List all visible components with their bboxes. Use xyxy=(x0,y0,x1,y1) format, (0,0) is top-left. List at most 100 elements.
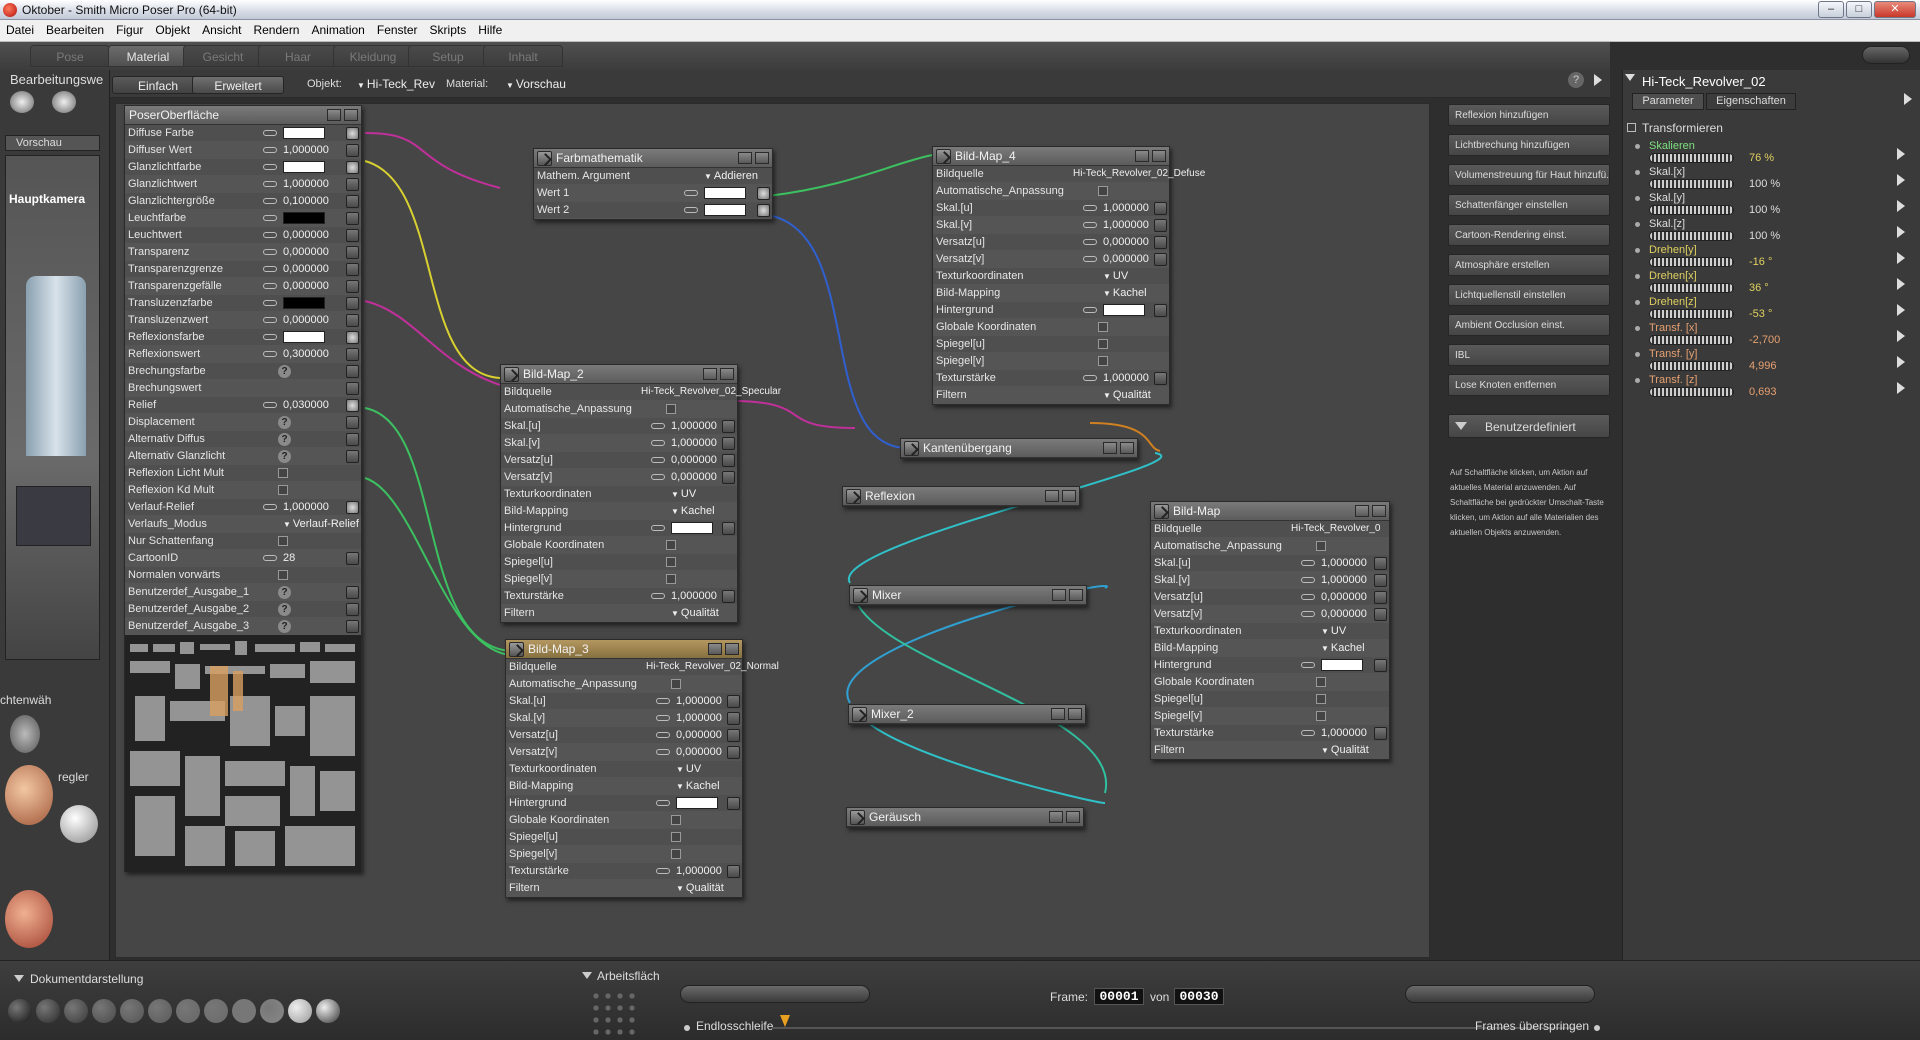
node-options-button[interactable] xyxy=(1068,708,1082,720)
display-style-ball-icon[interactable] xyxy=(232,999,256,1023)
node-collapse-icon[interactable] xyxy=(509,642,524,657)
node-header[interactable]: Reflexion xyxy=(843,487,1079,506)
row-value[interactable]: 0,030000 xyxy=(283,399,329,411)
menu-rendern[interactable]: Rendern xyxy=(247,20,305,37)
param-dial[interactable] xyxy=(1649,283,1734,293)
row-value[interactable]: 0,100000 xyxy=(283,195,329,207)
color-swatch[interactable] xyxy=(283,212,325,224)
loop-radio[interactable] xyxy=(684,1025,690,1031)
chain-icon[interactable] xyxy=(1083,222,1097,228)
node-collapse-icon[interactable] xyxy=(846,489,861,504)
display-style-ball-icon[interactable] xyxy=(204,999,228,1023)
chain-icon[interactable] xyxy=(684,207,698,213)
param-dial[interactable] xyxy=(1649,179,1734,189)
node-collapse-button[interactable] xyxy=(708,643,722,655)
param-arrow-icon[interactable] xyxy=(1897,304,1905,316)
row-dropdown[interactable]: UV xyxy=(671,488,696,500)
input-plug-icon[interactable] xyxy=(346,212,359,225)
row-value[interactable]: 1,000000 xyxy=(1321,557,1367,569)
row-dropdown[interactable]: Kachel xyxy=(1321,642,1365,654)
light-sphere-icon[interactable] xyxy=(60,805,98,843)
input-plug-icon[interactable] xyxy=(346,348,359,361)
node-collapse-button[interactable] xyxy=(1052,589,1066,601)
node-collapse-icon[interactable] xyxy=(850,810,865,825)
param-dial[interactable] xyxy=(1649,361,1734,371)
remove-loose-nodes-button[interactable]: Lose Knoten entfernen xyxy=(1448,374,1610,396)
chain-icon[interactable] xyxy=(1301,611,1315,617)
node-options-button[interactable] xyxy=(1066,811,1080,823)
help-icon[interactable]: ? xyxy=(1568,72,1584,88)
question-icon[interactable]: ? xyxy=(278,620,291,633)
group-toggle-icon[interactable] xyxy=(1627,123,1636,132)
param-arrow-icon[interactable] xyxy=(1897,226,1905,238)
chain-icon[interactable] xyxy=(1301,560,1315,566)
tab-kleidung[interactable]: Kleidung xyxy=(333,45,413,67)
doc-display-collapse-icon[interactable] xyxy=(14,975,24,982)
tab-setup[interactable]: Setup xyxy=(408,45,488,67)
param-value[interactable]: 0,693 xyxy=(1749,386,1777,398)
row-checkbox[interactable] xyxy=(1098,186,1108,196)
input-plug-icon[interactable] xyxy=(346,161,359,174)
param-row[interactable]: Skal.[x] 100 % xyxy=(1635,166,1915,192)
chain-icon[interactable] xyxy=(656,800,670,806)
input-plug-icon[interactable] xyxy=(1154,372,1167,385)
display-style-ball-icon[interactable] xyxy=(64,999,88,1023)
chain-icon[interactable] xyxy=(651,423,665,429)
node-color-math[interactable]: Farbmathematik Mathem. Argument Addieren W… xyxy=(533,148,773,220)
question-icon[interactable]: ? xyxy=(278,433,291,446)
chain-icon[interactable] xyxy=(263,283,277,289)
menu-objekt[interactable]: Objekt xyxy=(149,20,196,37)
row-value[interactable]: 1,000000 xyxy=(671,437,717,449)
row-dropdown[interactable]: Kachel xyxy=(676,780,720,792)
node-image-map-2[interactable]: Bild-Map_2 Bildquelle Hi-Teck_Revolver_02… xyxy=(500,364,781,623)
color-swatch[interactable] xyxy=(1103,304,1145,316)
row-value[interactable]: 0,000000 xyxy=(283,314,329,326)
workspace-collapse-icon[interactable] xyxy=(582,972,592,979)
advanced-mode-button[interactable]: Erweitert xyxy=(192,76,284,94)
row-dropdown[interactable]: Addieren xyxy=(704,170,758,182)
row-dropdown[interactable]: UV xyxy=(1103,270,1128,282)
display-style-ball-icon[interactable] xyxy=(176,999,200,1023)
chain-icon[interactable] xyxy=(656,749,670,755)
playback-controls[interactable] xyxy=(680,985,870,1003)
input-plug-icon[interactable] xyxy=(727,695,740,708)
node-header[interactable]: Bild-Map xyxy=(1151,502,1389,521)
color-swatch[interactable] xyxy=(283,297,325,309)
param-arrow-icon[interactable] xyxy=(1897,330,1905,342)
row-dropdown[interactable]: UV xyxy=(1321,625,1346,637)
input-plug-icon[interactable] xyxy=(346,314,359,327)
display-style-ball-icon[interactable] xyxy=(288,999,312,1023)
row-value[interactable]: 1,000000 xyxy=(1321,574,1367,586)
param-value[interactable]: -53 ° xyxy=(1749,308,1772,320)
row-value[interactable]: 1,000000 xyxy=(676,865,722,877)
param-dial[interactable] xyxy=(1649,153,1734,163)
input-plug-icon[interactable] xyxy=(727,865,740,878)
chain-icon[interactable] xyxy=(1083,375,1097,381)
param-row[interactable]: Skal.[z] 100 % xyxy=(1635,218,1915,244)
chain-icon[interactable] xyxy=(263,300,277,306)
display-style-ball-icon[interactable] xyxy=(316,999,340,1023)
input-plug-icon[interactable] xyxy=(1154,202,1167,215)
preview-viewport[interactable]: Hauptkamera xyxy=(5,155,100,660)
tab-gesicht[interactable]: Gesicht xyxy=(183,45,263,67)
image-source[interactable]: Hi-Teck_Revolver_0 xyxy=(1291,523,1380,534)
param-arrow-icon[interactable] xyxy=(1897,174,1905,186)
chain-icon[interactable] xyxy=(263,334,277,340)
input-plug-icon[interactable] xyxy=(346,586,359,599)
cartoon-render-button[interactable]: Cartoon-Rendering einst. xyxy=(1448,224,1610,246)
row-value[interactable]: 1,000000 xyxy=(676,712,722,724)
chain-icon[interactable] xyxy=(684,190,698,196)
create-atmosphere-button[interactable]: Atmosphäre erstellen xyxy=(1448,254,1610,276)
input-plug-icon[interactable] xyxy=(346,178,359,191)
input-plug-icon[interactable] xyxy=(722,471,735,484)
chain-icon[interactable] xyxy=(656,715,670,721)
param-row[interactable]: Transf. [x] -2,700 xyxy=(1635,322,1915,348)
input-plug-icon[interactable] xyxy=(346,450,359,463)
chain-icon[interactable] xyxy=(656,698,670,704)
color-swatch[interactable] xyxy=(283,127,325,139)
chain-icon[interactable] xyxy=(651,474,665,480)
image-source[interactable]: Hi-Teck_Revolver_02_Specular xyxy=(641,386,781,397)
node-options-button[interactable] xyxy=(755,152,769,164)
row-checkbox[interactable] xyxy=(1316,541,1326,551)
param-arrow-icon[interactable] xyxy=(1897,356,1905,368)
